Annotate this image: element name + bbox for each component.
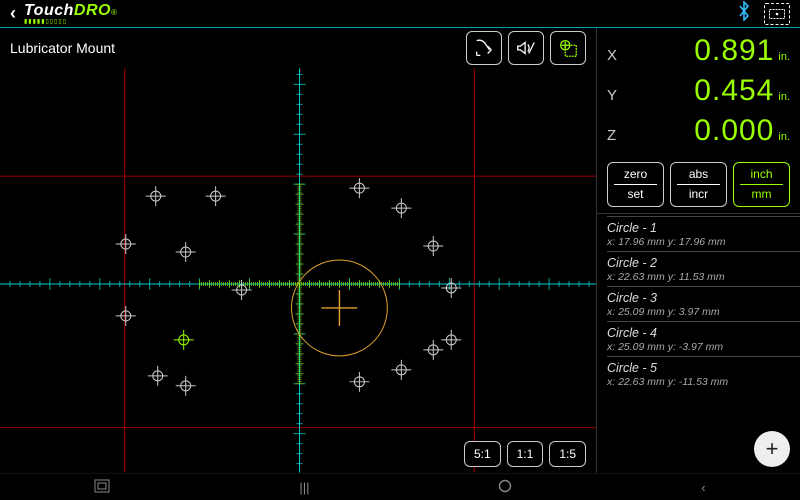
axis-unit-z: in. [778,131,790,143]
canvas[interactable] [0,68,596,473]
axis-unit-y: in. [778,91,790,103]
axis-value-x: 0.891 [694,34,774,68]
layers-tool-button[interactable] [550,31,586,65]
project-title: Lubricator Mount [10,40,115,56]
app-logo: Touch DRO ® ▮▮▮▮▮▯▯▯▯▯ [24,2,117,25]
axis-value-y: 0.454 [694,74,774,108]
list-item[interactable]: Circle - 5 x: 22.63 mm y: -11.53 mm [607,356,800,391]
fullscreen-icon[interactable] [764,3,790,25]
project-toolbar: Lubricator Mount [0,28,596,68]
abs-incr-button[interactable]: abs incr [670,162,727,207]
android-navbar: ||| ‹ [0,473,800,500]
snap-tool-button[interactable] [466,31,502,65]
zoom-out-button[interactable]: 1:5 [549,441,586,467]
list-item[interactable]: Circle - 3 x: 25.09 mm y: 3.97 mm [607,286,800,321]
app-titlebar: ‹ Touch DRO ® ▮▮▮▮▮▯▯▯▯▯ [0,0,800,28]
add-button[interactable]: + [754,431,790,467]
back-button[interactable]: ‹ [10,3,16,24]
axis-label-z: Z [607,127,627,144]
bluetooth-icon[interactable] [736,1,752,26]
drawing-area[interactable]: Lubricator Mount 5:1 1:1 1:5 [0,28,597,473]
home-nav-icon[interactable] [498,479,512,496]
list-item[interactable]: Circle - 1 x: 17.96 mm y: 17.96 mm [607,216,800,251]
zero-set-button[interactable]: zero set [607,162,664,207]
list-item[interactable]: Circle - 4 x: 25.09 mm y: -3.97 mm [607,321,800,356]
zoom-in-button[interactable]: 5:1 [464,441,501,467]
logo-ticks-icon: ▮▮▮▮▮▯▯▯▯▯ [24,18,117,25]
axis-readouts: X 0.891 in. Y 0.454 in. Z 0.000 in. [597,28,800,156]
axis-label-x: X [607,47,627,64]
axis-label-y: Y [607,87,627,104]
list-item[interactable]: Circle - 2 x: 22.63 mm y: 11.53 mm [607,251,800,286]
logo-reg: ® [111,8,117,17]
side-panel: X 0.891 in. Y 0.454 in. Z 0.000 in. zero [597,28,800,473]
axis-unit-x: in. [778,51,790,63]
recents-nav-icon[interactable]: ||| [299,480,309,495]
readout-x[interactable]: X 0.891 in. [607,34,790,74]
zoom-reset-button[interactable]: 1:1 [507,441,544,467]
mode-buttons: zero set abs incr inch mm [597,156,800,214]
zoom-controls: 5:1 1:1 1:5 [464,441,586,467]
feature-list[interactable]: Circle - 1 x: 17.96 mm y: 17.96 mm Circl… [597,214,800,473]
screenshot-nav-icon[interactable] [94,479,110,496]
back-nav-icon[interactable]: ‹ [701,480,705,495]
sound-tool-button[interactable] [508,31,544,65]
readout-y[interactable]: Y 0.454 in. [607,74,790,114]
axis-value-z: 0.000 [694,114,774,148]
unit-button[interactable]: inch mm [733,162,790,207]
readout-z[interactable]: Z 0.000 in. [607,114,790,154]
